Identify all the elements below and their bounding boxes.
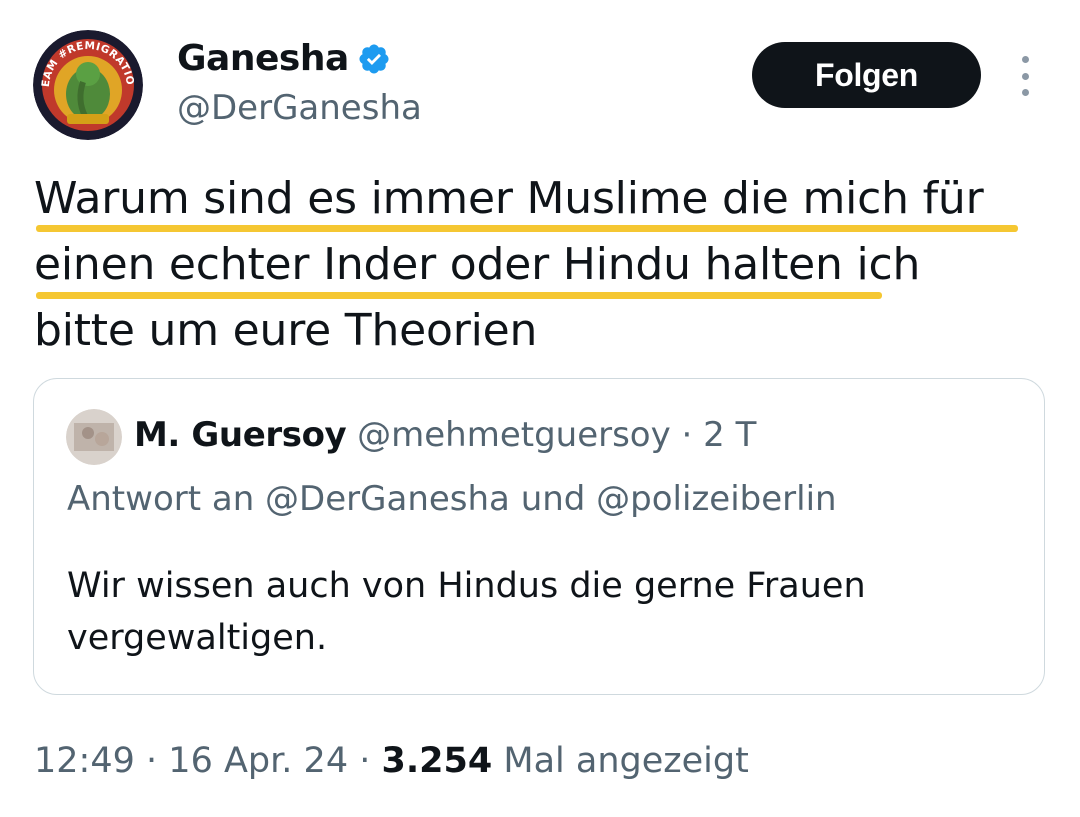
separator-dot: · [359,741,371,781]
tweet-text: Warum sind es immer Muslime die mich für… [34,166,1044,364]
more-options-icon[interactable] [1010,56,1040,96]
views-label: Mal angezeigt [503,741,749,781]
views-count[interactable]: 3.254 [382,741,493,781]
tweet-meta: 12:49 · 16 Apr. 24 · 3.254 Mal angezeigt [34,738,749,784]
verified-badge-icon[interactable] [357,42,391,76]
quoted-author-handle[interactable]: @mehmetguersoy [357,415,671,455]
tweet-text-line: einen echter Inder oder Hindu halten ich [34,239,921,290]
quoted-author-name[interactable]: M. Guersoy [134,415,347,455]
quoted-tweet-text: Wir wissen auch von Hindus die gerne Fra… [67,566,866,658]
follow-button[interactable]: Folgen [752,42,981,108]
quoted-tweet-time[interactable]: 2 T [703,415,756,455]
author-display-name-row[interactable]: Ganesha [177,36,391,82]
author-avatar[interactable]: TEAM #REMIGRATION [33,30,143,140]
quoted-tweet-card[interactable]: M. Guersoy @mehmetguersoy · 2 T Antwort … [33,378,1045,695]
quoted-author-avatar[interactable] [66,409,122,465]
highlight-underline [36,225,1018,232]
tweet-time[interactable]: 12:49 [34,741,135,781]
author-handle[interactable]: @DerGanesha [177,86,422,130]
author-display-name[interactable]: Ganesha [177,36,349,82]
tweet-text-line: bitte um eure Theorien [34,305,538,356]
separator-dot: · [146,741,158,781]
tweet-date[interactable]: 16 Apr. 24 [168,741,348,781]
quoted-tweet-header: M. Guersoy @mehmetguersoy · 2 T [134,413,756,457]
highlight-underline [36,292,882,299]
tweet-text-line: Warum sind es immer Muslime die mich für [34,173,984,224]
reply-context: Antwort an @DerGanesha und @polizeiberli… [67,479,837,519]
separator-dot: · [681,415,693,455]
